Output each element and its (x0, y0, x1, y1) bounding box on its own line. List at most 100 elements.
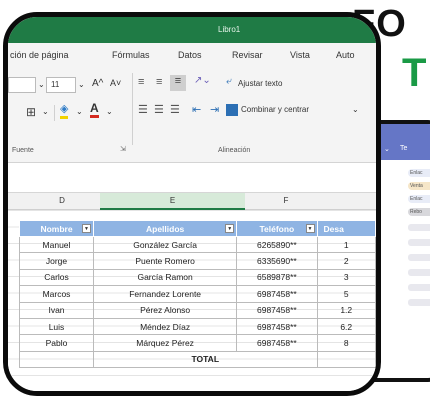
align-top-icon[interactable]: ≡ (138, 76, 144, 88)
table-cell[interactable]: Jorge (19, 252, 94, 270)
side-card-pill: Enlac (408, 195, 430, 203)
data-table: Nombre ▼ Apellidos ▼ Teléfono ▼ Desa Manuel… (19, 220, 376, 369)
table-cell[interactable]: Fernandez Lorente (92, 285, 238, 303)
table-cell[interactable]: Manuel (19, 235, 94, 254)
chevron-down-icon[interactable]: ⌄ (384, 145, 390, 153)
header-label: Desa (323, 223, 344, 234)
align-middle-icon[interactable]: ≡ (156, 76, 162, 88)
button-separator (54, 105, 55, 121)
tab-data[interactable]: Datos (178, 50, 202, 60)
side-card-bar (408, 239, 430, 246)
column-header-f[interactable]: F (276, 196, 296, 205)
ribbon-tabs: ción de página Fórmulas Datos Revisar Vi… (8, 43, 376, 67)
table-cell[interactable]: 6987458** (236, 317, 318, 336)
filter-dropdown-icon[interactable]: ▼ (225, 224, 235, 233)
table-cell[interactable]: 6987458** (236, 334, 318, 352)
increase-indent-icon[interactable]: ⇥ (210, 103, 219, 116)
tab-review[interactable]: Revisar (232, 50, 263, 60)
side-card-bar (408, 254, 430, 261)
align-center-icon[interactable]: ☰ (154, 103, 164, 116)
table-cell[interactable]: 6.2 (316, 317, 376, 336)
header-cell-nombre[interactable]: Nombre ▼ (19, 220, 94, 237)
column-header-e[interactable]: E (100, 193, 245, 210)
tab-view[interactable]: Vista (290, 50, 310, 60)
headline-line-2: T (402, 51, 427, 95)
font-group-label: Fuente (12, 147, 34, 154)
borders-icon[interactable]: ⊞ (26, 105, 36, 119)
table-cell[interactable] (19, 350, 94, 369)
chevron-down-icon[interactable]: ⌄ (78, 80, 85, 89)
orientation-icon[interactable]: ↗⌄ (194, 75, 211, 86)
decrease-indent-icon[interactable]: ⇤ (192, 103, 201, 116)
grow-font-button[interactable]: A^ (92, 78, 103, 89)
table-cell[interactable]: Márquez Pérez (92, 334, 238, 352)
chevron-down-icon[interactable]: ⌄ (352, 105, 359, 114)
ribbon: ⌄ 11 ⌄ A^ A˅ ≡ ≡ ≡ ↗⌄ ⤶ Ajustar texto ⊞ … (8, 67, 376, 163)
table-row: Luis Méndez Díaz 6987458** 6.2 (19, 317, 376, 336)
table-cell[interactable]: 1.2 (316, 301, 376, 319)
table-cell[interactable]: Pablo (19, 334, 94, 352)
table-cell[interactable] (316, 350, 376, 369)
table-cell[interactable]: Ivan (19, 301, 94, 319)
formula-area (8, 163, 376, 193)
font-color-icon[interactable]: A (90, 102, 99, 118)
tab-formulas[interactable]: Fórmulas (112, 50, 150, 60)
table-row: Carlos García Ramon 6589878** 3 (19, 268, 376, 287)
chevron-down-icon[interactable]: ⌄ (106, 107, 113, 116)
table-cell[interactable]: González García (92, 235, 238, 254)
filter-dropdown-icon[interactable]: ▼ (82, 224, 91, 233)
table-cell[interactable]: Méndez Díaz (92, 317, 238, 336)
side-card-bar (408, 269, 430, 276)
table-cell[interactable]: 8 (316, 334, 376, 352)
column-header-d[interactable]: D (52, 196, 72, 205)
dialog-launcher-icon[interactable]: ⇲ (120, 145, 126, 153)
tab-page-layout[interactable]: ción de página (10, 50, 69, 60)
side-card-pill: Enlac (408, 169, 430, 177)
side-card-bar (408, 299, 430, 306)
window-title: Libro1 (218, 25, 241, 34)
align-right-icon[interactable]: ☰ (170, 103, 180, 116)
merge-center-button[interactable]: Combinar y centrar (241, 105, 309, 114)
tab-automate[interactable]: Auto (336, 50, 355, 60)
table-cell[interactable]: Luis (19, 317, 94, 336)
header-label: Teléfono (259, 223, 295, 234)
align-left-icon[interactable]: ☰ (138, 103, 148, 116)
chevron-down-icon[interactable]: ⌄ (42, 107, 49, 116)
header-label: Nombre (40, 223, 73, 234)
filter-dropdown-icon[interactable]: ▼ (305, 224, 315, 233)
table-cell[interactable]: 5 (316, 285, 376, 303)
align-bottom-icon[interactable]: ≡ (170, 75, 186, 91)
table-cell[interactable]: Carlos (19, 268, 94, 287)
header-cell-telefono[interactable]: Teléfono ▼ (236, 220, 318, 237)
table-cell[interactable]: Marcos (19, 285, 94, 303)
side-card-bar (408, 284, 430, 291)
table-cell[interactable]: 6987458** (236, 285, 318, 303)
shrink-font-button[interactable]: A˅ (110, 78, 121, 88)
side-card-header-label: Te (400, 145, 408, 152)
header-cell-apellidos[interactable]: Apellidos ▼ (92, 220, 238, 237)
table-cell[interactable]: 6987458** (236, 301, 318, 319)
wrap-text-button[interactable]: Ajustar texto (238, 79, 282, 88)
table-row: Marcos Fernandez Lorente 6987458** 5 (19, 285, 376, 303)
header-cell-desa[interactable]: Desa (316, 220, 376, 237)
chevron-down-icon[interactable]: ⌄ (38, 80, 45, 89)
font-size-select[interactable]: 11 (46, 77, 76, 93)
table-cell[interactable]: 3 (316, 268, 376, 287)
table-cell[interactable]: 6589878** (236, 268, 318, 287)
table-row: Ivan Pérez Alonso 6987458** 1.2 (19, 301, 376, 319)
table-cell[interactable]: García Ramon (92, 268, 238, 287)
excel-window: Libro1 ción de página Fórmulas Datos Rev… (3, 12, 381, 396)
table-cell[interactable]: 6265890** (236, 235, 318, 254)
title-bar: Libro1 (8, 17, 376, 43)
table-cell[interactable]: Pérez Alonso (92, 301, 238, 319)
font-name-select[interactable] (8, 77, 36, 93)
merge-center-icon[interactable] (226, 104, 238, 116)
total-row: TOTAL (19, 350, 376, 369)
table-cell[interactable]: Puente Romero (92, 252, 238, 270)
table-cell[interactable]: 1 (316, 235, 376, 254)
table-cell[interactable]: 2 (316, 252, 376, 270)
fill-color-icon[interactable]: ◈ (60, 103, 69, 119)
table-cell[interactable]: 6335690** (236, 252, 318, 270)
wrap-text-icon[interactable]: ⤶ (226, 76, 232, 87)
chevron-down-icon[interactable]: ⌄ (76, 107, 83, 116)
